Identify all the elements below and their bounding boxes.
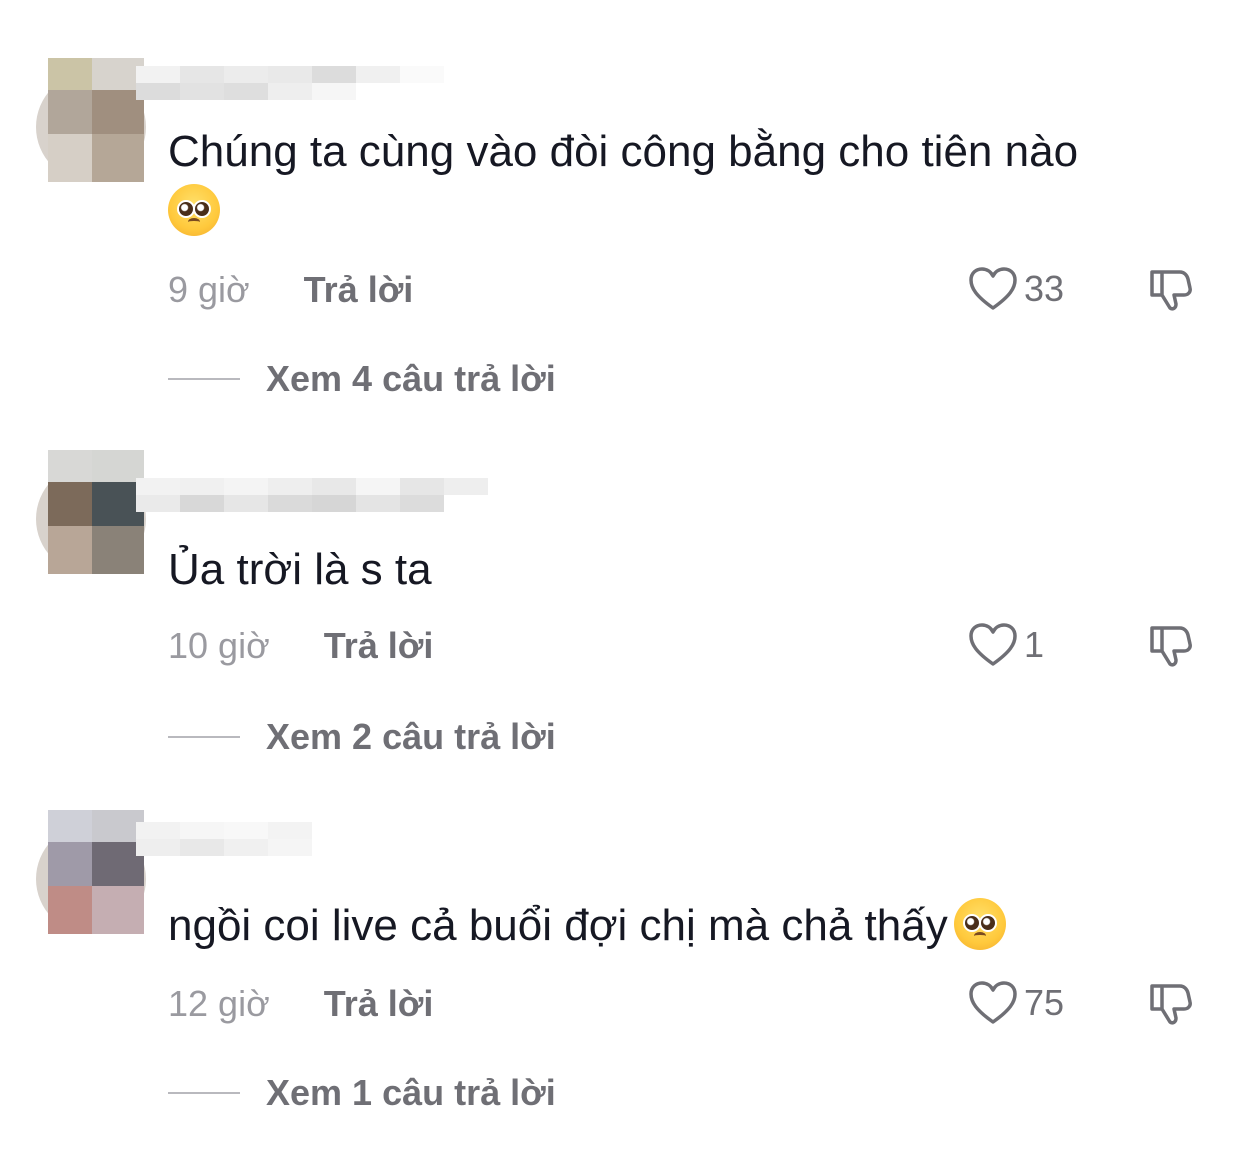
pleading-face-emoji-icon [953,898,1006,950]
view-replies-label: Xem 2 câu trả lời [266,716,556,757]
avatar[interactable] [36,450,146,574]
heart-outline-icon [969,981,1017,1024]
like-button[interactable]: 75 [968,980,1064,1026]
view-replies-label: Xem 1 câu trả lời [266,1072,556,1113]
view-replies-link[interactable]: Xem 1 câu trả lời [168,1072,556,1114]
thumbs-down-outline-icon [1150,626,1192,667]
view-replies-link[interactable]: Xem 2 câu trả lời [168,716,556,758]
comment-meta: 10 giờ Trả lời [168,626,433,666]
dislike-button[interactable] [1146,622,1194,675]
comment-meta: 12 giờ Trả lời [168,984,433,1024]
dislike-button[interactable] [1146,980,1194,1033]
username-blurred[interactable] [136,822,316,856]
reply-button[interactable]: Trả lời [324,625,434,666]
thumbs-down-outline-icon [1150,984,1192,1025]
view-replies-label: Xem 4 câu trả lời [266,358,556,399]
comment-text: ngồi coi live cả buổi đợi chị mà chả thấ… [168,896,1228,956]
heart-outline-icon [969,623,1017,666]
avatar[interactable] [36,810,146,934]
divider-line [168,378,240,380]
like-count: 75 [1024,982,1065,1023]
comment-text: Ủa trời là s ta [168,545,432,594]
comment-time: 12 giờ [168,983,270,1024]
reply-button[interactable]: Trả lời [324,983,434,1024]
username-blurred[interactable] [136,478,496,512]
divider-line [168,1092,240,1094]
like-button[interactable]: 1 [968,622,1044,668]
comment-item: ngồi coi live cả buổi đợi chị mà chả thấ… [0,0,1242,1113]
view-replies-link[interactable]: Xem 4 câu trả lời [168,358,556,400]
divider-line [168,736,240,738]
comment-time: 10 giờ [168,625,270,666]
like-count: 1 [1024,624,1045,665]
